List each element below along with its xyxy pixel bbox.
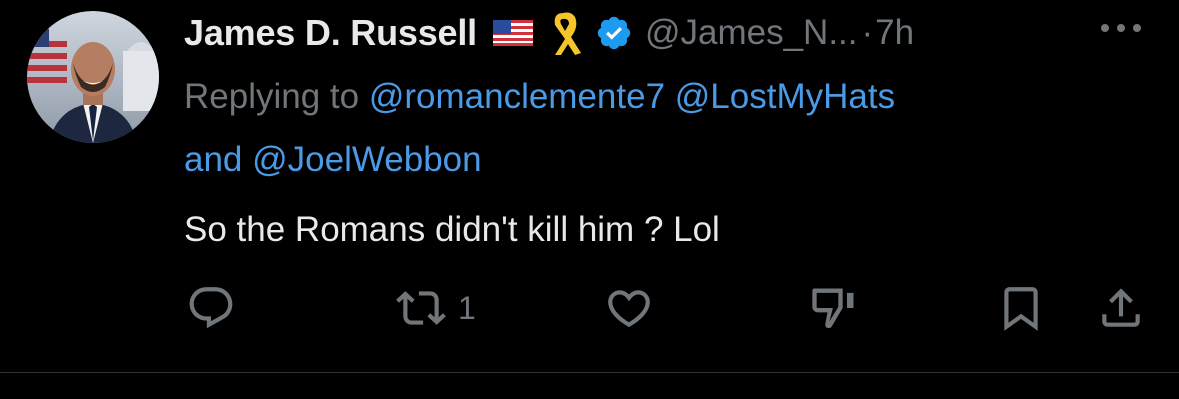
mention-lostmyhats[interactable]: @LostMyHats (675, 77, 895, 116)
mention-joelwebbon[interactable]: @JoelWebbon (252, 140, 481, 179)
retweet-button[interactable]: 1 (392, 280, 476, 336)
action-bar: 1 (0, 280, 1179, 336)
tweet-divider (0, 372, 1179, 373)
retweet-count: 1 (458, 289, 476, 326)
share-icon (1096, 283, 1146, 333)
mention-romanclemente7[interactable]: @romanclemente7 (369, 77, 665, 116)
share-button[interactable] (1096, 280, 1146, 336)
replying-to: Replying to @romanclemente7 @LostMyHats a… (184, 65, 1144, 191)
downvote-button[interactable] (808, 280, 860, 336)
reply-button[interactable] (186, 280, 236, 336)
bookmark-icon (996, 283, 1046, 333)
downvote-icon (808, 282, 860, 334)
tweet-header: James D. Russell @James_N... · 7h (184, 8, 914, 58)
author-handle[interactable]: @James_N... (645, 13, 858, 53)
tweet-timestamp[interactable]: 7h (875, 13, 914, 53)
avatar[interactable] (27, 11, 159, 143)
retweet-icon (392, 283, 450, 333)
separator-dot: · (861, 13, 874, 52)
bookmark-button[interactable] (996, 280, 1046, 336)
reply-icon (186, 283, 236, 333)
mention-conjunction[interactable]: and (184, 140, 242, 179)
tweet-text: So the Romans didn't kill him ? Lol (184, 210, 720, 249)
replying-to-label: Replying to (184, 77, 369, 116)
like-button[interactable] (603, 280, 655, 336)
us-flag-icon (492, 20, 533, 46)
tweet[interactable]: James D. Russell @James_N... · 7h Replyi… (0, 0, 1179, 372)
verified-badge-icon (595, 14, 633, 52)
more-icon[interactable] (1096, 16, 1146, 40)
heart-icon (603, 283, 655, 333)
author-display-name[interactable]: James D. Russell (184, 12, 477, 54)
yellow-ribbon-icon (545, 9, 581, 57)
